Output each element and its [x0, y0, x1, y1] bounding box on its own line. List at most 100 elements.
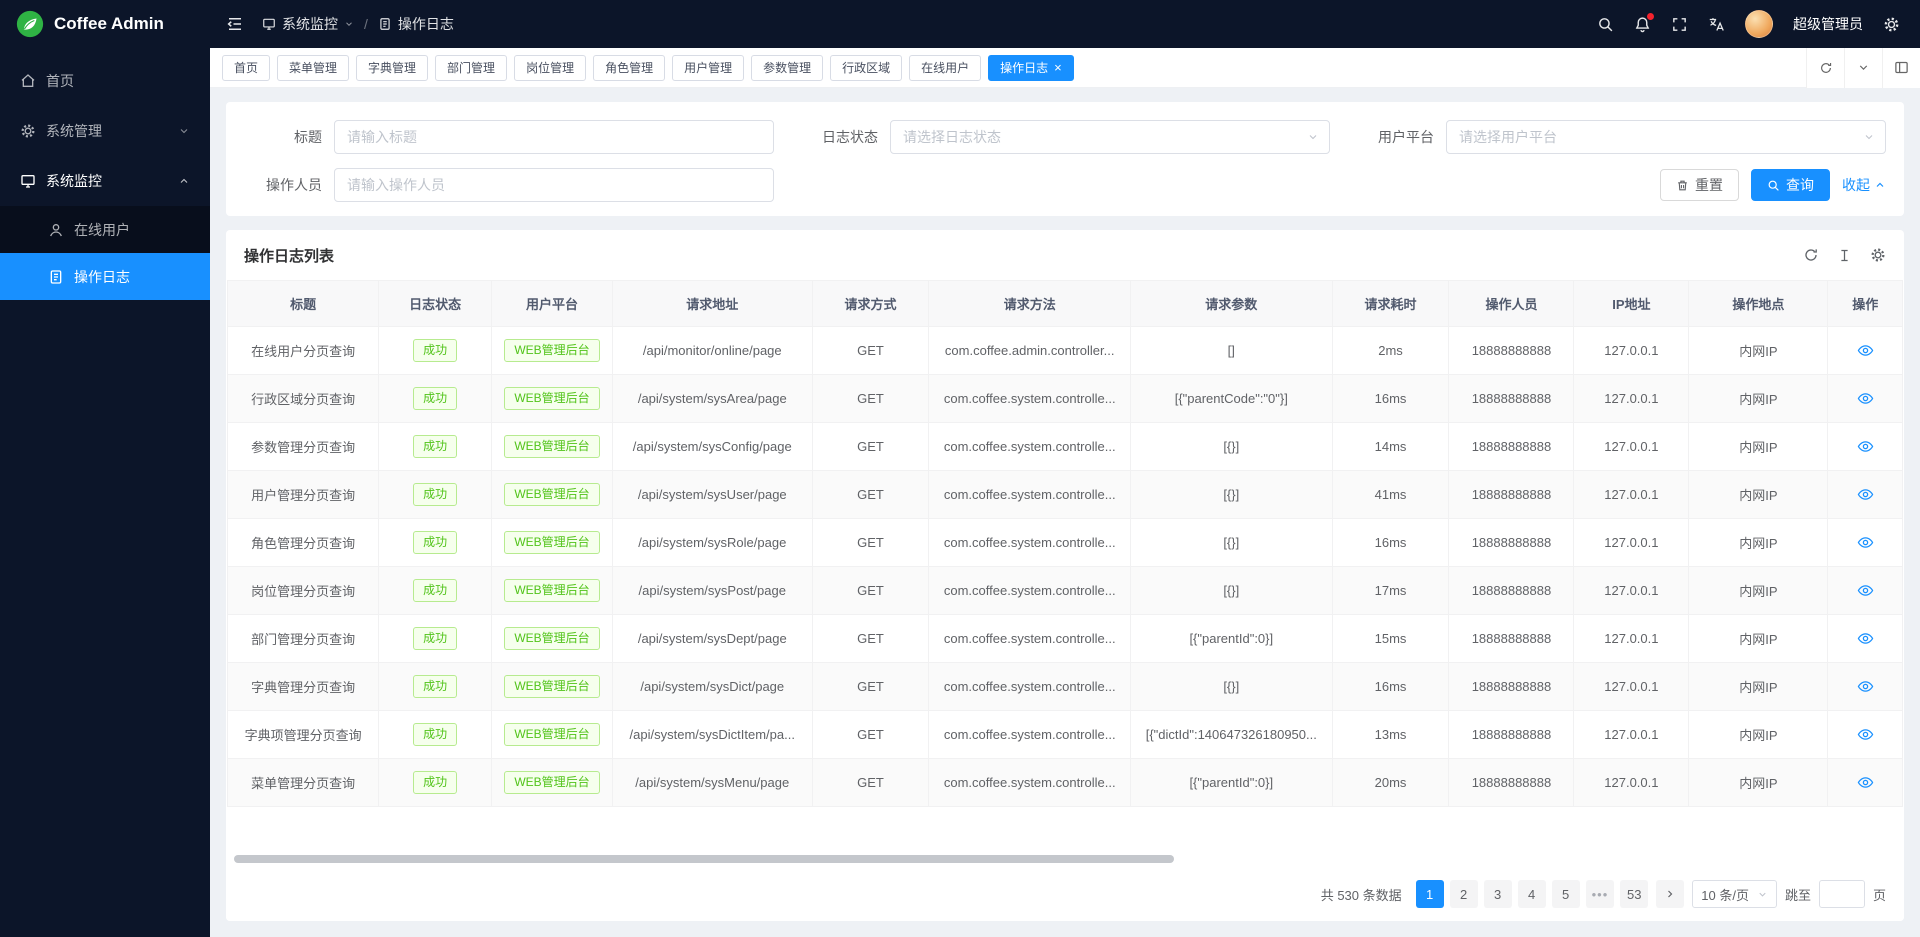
tab-item[interactable]: 参数管理	[751, 55, 823, 81]
tab-item[interactable]: 在线用户	[909, 55, 981, 81]
tab-item[interactable]: 角色管理	[593, 55, 665, 81]
app-logo[interactable]: Coffee Admin	[0, 0, 210, 48]
layout-toggle-icon[interactable]	[1882, 48, 1920, 88]
cell-duration: 13ms	[1332, 711, 1449, 759]
table-row: 菜单管理分页查询成功WEB管理后台/api/system/sysMenu/pag…	[228, 759, 1903, 807]
next-page-button[interactable]	[1656, 880, 1684, 908]
column-header: 用户平台	[492, 281, 613, 327]
cell-params: [{"parentId":0}]	[1131, 615, 1333, 663]
page-button-3[interactable]: 3	[1484, 880, 1512, 908]
cell-url: /api/system/sysMenu/page	[612, 759, 812, 807]
tabs-dropdown-chevron-icon[interactable]	[1844, 48, 1882, 88]
pagination-ellipsis[interactable]: •••	[1586, 880, 1615, 908]
settings-gear-icon[interactable]	[1870, 247, 1886, 263]
view-detail-icon[interactable]	[1857, 534, 1874, 551]
search-icon[interactable]	[1597, 16, 1614, 33]
view-detail-icon[interactable]	[1857, 438, 1874, 455]
table-card-title: 操作日志列表	[244, 245, 334, 266]
breadcrumb-item-parent[interactable]: 系统监控	[262, 14, 354, 34]
menu-fold-icon[interactable]	[226, 15, 244, 33]
cell-method: GET	[812, 471, 929, 519]
view-detail-icon[interactable]	[1857, 486, 1874, 503]
main-area: 系统监控 / 操作日志	[210, 0, 1920, 937]
user-platform-select[interactable]: 请选择用户平台	[1446, 120, 1886, 154]
breadcrumb-current-label: 操作日志	[398, 14, 454, 34]
breadcrumb-parent-label: 系统监控	[282, 14, 338, 34]
tab-label: 参数管理	[763, 59, 811, 76]
cell-url: /api/monitor/online/page	[612, 327, 812, 375]
sidebar-item-operation-log[interactable]: 操作日志	[0, 253, 210, 300]
page-button-5[interactable]: 5	[1552, 880, 1580, 908]
pagination-total: 共 530 条数据	[1321, 885, 1402, 904]
cell-method: GET	[812, 711, 929, 759]
page-button-53[interactable]: 53	[1620, 880, 1648, 908]
cell-ip: 127.0.0.1	[1574, 615, 1689, 663]
tab-label: 部门管理	[447, 59, 495, 76]
tab-item[interactable]: 字典管理	[356, 55, 428, 81]
page-button-2[interactable]: 2	[1450, 880, 1478, 908]
jump-page-input[interactable]	[1819, 880, 1865, 908]
sidebar-item-online-users[interactable]: 在线用户	[0, 206, 210, 253]
page-button-1[interactable]: 1	[1416, 880, 1444, 908]
platform-badge: WEB管理后台	[504, 339, 599, 363]
horizontal-scrollbar-thumb[interactable]	[234, 855, 1174, 863]
sidebar-item-system-monitor[interactable]: 系统监控	[0, 156, 210, 206]
view-detail-icon[interactable]	[1857, 774, 1874, 791]
platform-badge: WEB管理后台	[504, 531, 599, 555]
table-row: 角色管理分页查询成功WEB管理后台/api/system/sysRole/pag…	[228, 519, 1903, 567]
user-avatar[interactable]	[1745, 10, 1773, 38]
page-button-4[interactable]: 4	[1518, 880, 1546, 908]
cell-func: com.coffee.system.controlle...	[929, 423, 1131, 471]
home-icon	[20, 73, 36, 89]
cell-url: /api/system/sysRole/page	[612, 519, 812, 567]
sidebar-item-system-management[interactable]: 系统管理	[0, 106, 210, 156]
column-height-icon[interactable]	[1837, 248, 1852, 263]
pagination: 共 530 条数据 12345•••53 10 条/页 跳至 页	[226, 867, 1904, 921]
cell-duration: 16ms	[1332, 375, 1449, 423]
refresh-icon[interactable]	[1803, 247, 1819, 263]
query-button[interactable]: 查询	[1751, 169, 1830, 201]
tab-item[interactable]: 行政区域	[830, 55, 902, 81]
view-detail-icon[interactable]	[1857, 390, 1874, 407]
tab-close-icon[interactable]: ×	[1054, 61, 1062, 74]
table-scroll-area: 标题日志状态用户平台请求地址请求方式请求方法请求参数请求耗时操作人员IP地址操作…	[226, 280, 1904, 867]
refresh-tabs-icon[interactable]	[1806, 48, 1844, 88]
tab-item[interactable]: 部门管理	[435, 55, 507, 81]
view-detail-icon[interactable]	[1857, 342, 1874, 359]
operator-input[interactable]	[334, 168, 774, 202]
platform-badge: WEB管理后台	[504, 435, 599, 459]
search-icon	[1767, 179, 1780, 192]
tab-item[interactable]: 菜单管理	[277, 55, 349, 81]
user-icon	[48, 222, 64, 238]
sidebar-item-home[interactable]: 首页	[0, 56, 210, 106]
tab-item[interactable]: 岗位管理	[514, 55, 586, 81]
cell-method: GET	[812, 327, 929, 375]
view-detail-icon[interactable]	[1857, 678, 1874, 695]
translate-icon[interactable]	[1708, 16, 1725, 33]
tab-item[interactable]: 用户管理	[672, 55, 744, 81]
table-card-header: 操作日志列表	[226, 230, 1904, 280]
collapse-filter-link[interactable]: 收起	[1842, 175, 1886, 195]
reset-button[interactable]: 重置	[1660, 169, 1739, 201]
cell-location: 内网IP	[1689, 423, 1828, 471]
column-header: 请求耗时	[1332, 281, 1449, 327]
cell-func: com.coffee.system.controlle...	[929, 375, 1131, 423]
monitor-icon	[20, 173, 36, 189]
tab-item[interactable]: 操作日志×	[988, 55, 1074, 81]
title-input[interactable]	[334, 120, 774, 154]
log-document-icon	[48, 269, 64, 285]
cell-operator: 18888888888	[1449, 759, 1574, 807]
view-detail-icon[interactable]	[1857, 726, 1874, 743]
notification-bell-icon[interactable]	[1634, 16, 1651, 33]
tab-item[interactable]: 首页	[222, 55, 270, 81]
status-badge: 成功	[413, 627, 457, 651]
filter-title-label: 标题	[244, 127, 334, 147]
table-row: 参数管理分页查询成功WEB管理后台/api/system/sysConfig/p…	[228, 423, 1903, 471]
cell-func: com.coffee.system.controlle...	[929, 663, 1131, 711]
log-status-select[interactable]: 请选择日志状态	[890, 120, 1330, 154]
settings-gear-icon[interactable]	[1883, 16, 1900, 33]
view-detail-icon[interactable]	[1857, 630, 1874, 647]
page-size-select[interactable]: 10 条/页	[1692, 880, 1777, 908]
view-detail-icon[interactable]	[1857, 582, 1874, 599]
fullscreen-icon[interactable]	[1671, 16, 1688, 33]
